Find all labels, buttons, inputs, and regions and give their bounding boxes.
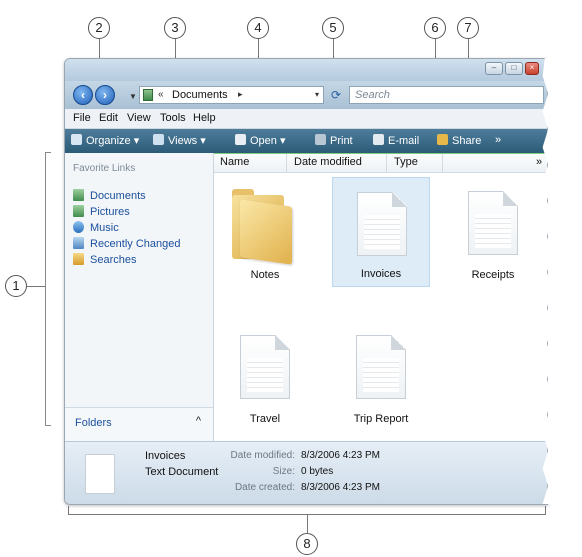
command-bar: Organize ▾ Views ▾ Open ▾ Print E-mail S… — [65, 129, 547, 153]
details-size: 0 bytes — [301, 466, 334, 477]
nav-item-searches[interactable]: Searches — [73, 253, 136, 266]
bracket-8-l — [68, 506, 69, 515]
column-divider[interactable] — [386, 154, 387, 172]
address-path[interactable]: Documents — [172, 89, 228, 101]
print-button[interactable]: Print — [315, 134, 353, 147]
pictures-icon — [73, 205, 84, 217]
file-label: Receipts — [471, 269, 515, 281]
open-icon — [235, 134, 246, 145]
address-path-arrow[interactable]: ▸ — [238, 89, 243, 100]
column-name[interactable]: Name — [220, 156, 249, 168]
column-divider[interactable] — [442, 154, 443, 172]
title-bar[interactable]: – □ × — [65, 59, 547, 81]
file-label: Invoices — [360, 268, 402, 280]
recent-pages-dropdown[interactable]: ▼ — [129, 92, 137, 101]
file-item-travel[interactable]: Travel — [216, 321, 314, 431]
navigation-pane: Favorite Links Documents Pictures Music … — [65, 153, 214, 442]
file-label: Trip Report — [353, 413, 409, 425]
close-button[interactable]: × — [525, 62, 539, 75]
details-pane: Invoices Text Document Date modified: 8/… — [65, 441, 547, 504]
open-button[interactable]: Open ▾ — [235, 134, 286, 147]
details-date-created-label: Date created: — [234, 482, 295, 493]
refresh-icon[interactable]: ⟳ — [327, 86, 345, 104]
text-document-icon — [468, 191, 518, 255]
folders-label: Folders — [75, 417, 112, 429]
chevron-up-icon[interactable]: ^ — [196, 415, 201, 427]
views-button[interactable]: Views ▾ — [153, 134, 206, 147]
details-date-modified-label: Date modified: — [230, 450, 295, 461]
file-item-receipts[interactable]: Receipts — [444, 177, 542, 287]
callout-7: 7 — [457, 17, 479, 39]
menu-help[interactable]: Help — [193, 112, 216, 124]
menu-view[interactable]: View — [127, 112, 151, 124]
address-dropdown[interactable]: ▾ — [315, 90, 319, 99]
toolbar-overflow-button[interactable]: » — [495, 134, 501, 146]
callout-3: 3 — [164, 17, 186, 39]
column-type[interactable]: Type — [394, 156, 418, 168]
music-icon — [73, 221, 84, 233]
text-document-icon — [240, 335, 290, 399]
file-item-invoices[interactable]: Invoices — [332, 177, 430, 287]
searches-icon — [73, 253, 84, 265]
forward-button[interactable]: › — [95, 85, 115, 105]
printer-icon — [315, 134, 326, 145]
file-label: Notes — [250, 269, 280, 281]
address-chevrons[interactable]: « — [158, 89, 164, 100]
recently-changed-icon — [73, 237, 84, 249]
address-bar[interactable]: « Documents ▸ ▾ — [139, 86, 324, 104]
minimize-button[interactable]: – — [485, 62, 503, 75]
views-icon — [153, 134, 164, 145]
folders-toggle[interactable]: Folders ^ — [65, 407, 213, 442]
column-date-modified[interactable]: Date modified — [294, 156, 362, 168]
callout-1: 1 — [5, 275, 27, 297]
callout-6: 6 — [424, 17, 446, 39]
column-divider[interactable] — [286, 154, 287, 172]
share-icon — [437, 134, 448, 145]
email-icon — [373, 134, 384, 145]
details-date-modified: 8/3/2006 4:23 PM — [301, 450, 380, 461]
favorite-links-heading: Favorite Links — [73, 163, 136, 174]
maximize-button[interactable]: □ — [505, 62, 523, 75]
nav-item-documents[interactable]: Documents — [73, 189, 146, 202]
text-document-icon — [356, 335, 406, 399]
organize-icon — [71, 134, 82, 145]
documents-icon — [73, 189, 84, 201]
email-button[interactable]: E-mail — [373, 134, 419, 147]
file-list: Name Date modified Type » Notes Invoices… — [214, 153, 547, 441]
details-file-name: Invoices — [145, 450, 186, 462]
text-document-icon — [357, 192, 407, 256]
callout-5: 5 — [322, 17, 344, 39]
callout-2: 2 — [88, 17, 110, 39]
bracket-1 — [45, 152, 51, 426]
file-item-trip-report[interactable]: Trip Report — [332, 321, 430, 431]
search-input[interactable]: Search — [349, 86, 544, 104]
nav-item-music[interactable]: Music — [73, 221, 119, 234]
explorer-window: – □ × ‹ › ▼ « Documents ▸ ▾ ⟳ Search Fil… — [64, 58, 548, 505]
column-overflow[interactable]: » — [536, 156, 542, 168]
folder-icon — [143, 89, 153, 101]
menu-edit[interactable]: Edit — [99, 112, 118, 124]
folder-icon — [232, 189, 294, 265]
menu-file[interactable]: File — [73, 112, 91, 124]
back-button[interactable]: ‹ — [73, 85, 93, 105]
menu-bar: File Edit View Tools Help — [65, 109, 547, 129]
nav-item-recently-changed[interactable]: Recently Changed — [73, 237, 181, 250]
details-date-created: 8/3/2006 4:23 PM — [301, 482, 380, 493]
share-button[interactable]: Share — [437, 134, 481, 147]
organize-button[interactable]: Organize ▾ — [71, 134, 139, 147]
column-headers: Name Date modified Type » — [214, 153, 547, 173]
leader-1 — [27, 286, 45, 287]
callout-8: 8 — [296, 533, 318, 555]
leader-8 — [307, 514, 308, 533]
file-item-notes[interactable]: Notes — [216, 177, 314, 287]
callout-4: 4 — [247, 17, 269, 39]
address-row: ‹ › ▼ « Documents ▸ ▾ ⟳ Search — [65, 81, 547, 109]
details-size-label: Size: — [272, 466, 295, 477]
nav-item-pictures[interactable]: Pictures — [73, 205, 130, 218]
text-document-icon — [85, 454, 115, 494]
file-label: Travel — [249, 413, 281, 425]
bracket-8-r — [545, 506, 546, 515]
menu-tools[interactable]: Tools — [160, 112, 186, 124]
